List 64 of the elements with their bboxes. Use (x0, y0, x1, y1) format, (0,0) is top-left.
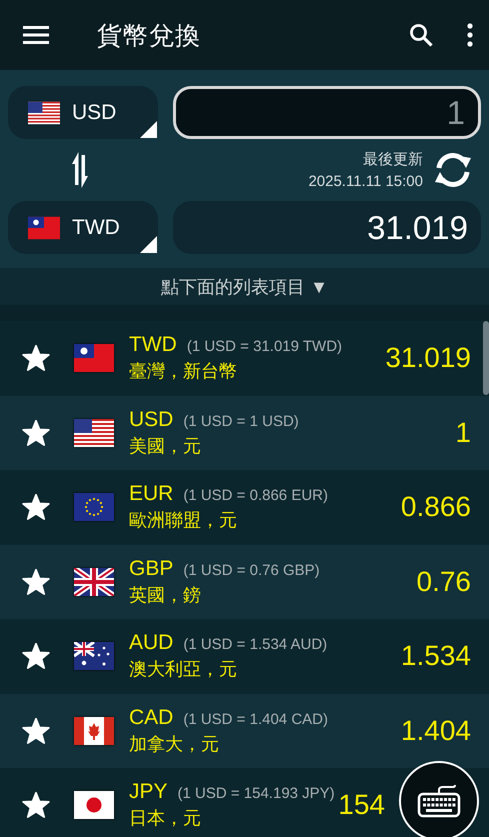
flag-icon (28, 216, 60, 240)
result-field: 31.019 (173, 201, 481, 254)
converted-value: 0.76 (416, 566, 471, 598)
converted-value: 1 (455, 416, 471, 449)
flag-icon (74, 344, 114, 372)
amount-field[interactable]: 1 (173, 86, 481, 139)
currency-row[interactable]: AUD (1 USD = 1.534 AUD) 澳大利亞，元 1.534 (0, 619, 489, 694)
hint-text: 點下面的列表項目 ▼ (0, 268, 489, 305)
flag-icon (74, 418, 114, 447)
exchange-rate: (1 USD = 0.76 GBP) (183, 562, 320, 579)
converted-value: 0.866 (400, 491, 471, 524)
flag-icon (28, 100, 60, 124)
currency-name: 歐洲聯盟，元 (129, 509, 238, 532)
app-title: 貨幣兌換 (97, 20, 202, 52)
flag-icon (74, 493, 114, 522)
converted-value: 1.534 (400, 640, 471, 672)
exchange-rate: (1 USD = 0.866 EUR) (183, 487, 328, 504)
currency-code: JPY (129, 780, 168, 804)
currency-row[interactable]: EUR (1 USD = 0.866 EUR) 歐洲聯盟，元 0.866 (0, 470, 489, 544)
currency-selector[interactable]: TWD (8, 201, 158, 254)
currency-row[interactable]: USD (1 USD = 1 USD) 美國，元 1 (0, 396, 489, 470)
search-icon[interactable] (409, 23, 433, 47)
exchange-rate: (1 USD = 154.193 JPY) (178, 785, 335, 802)
last-updated-time: 2025.11.11 15:00 (308, 173, 423, 190)
star-icon[interactable] (22, 493, 50, 522)
currency-name: 加拿大，元 (129, 732, 220, 756)
currency-code: USD (129, 408, 174, 432)
currency-name: 澳大利亞，元 (129, 658, 238, 682)
flag-icon (74, 791, 114, 820)
swap-icon[interactable] (72, 152, 88, 188)
menu-icon[interactable] (23, 25, 49, 45)
star-icon[interactable] (22, 642, 50, 670)
star-icon[interactable] (22, 568, 50, 596)
converted-value: 1.404 (400, 714, 471, 747)
currency-row[interactable]: GBP (1 USD = 0.76 GBP) 英國，鎊 0.76 (0, 544, 489, 619)
star-icon[interactable] (22, 344, 50, 372)
currency-selector[interactable]: USD (8, 86, 158, 139)
flag-icon (74, 716, 114, 745)
currency-row[interactable]: TWD (1 USD = 31.019 TWD) 臺灣，新台幣 31.019 (0, 321, 489, 396)
refresh-icon[interactable] (433, 152, 473, 188)
currency-row[interactable]: CAD (1 USD = 1.404 CAD) 加拿大，元 1.404 (0, 694, 489, 768)
currency-name: 英國，鎊 (129, 584, 202, 607)
converted-value: 31.019 (385, 342, 471, 374)
currency-code: TWD (129, 333, 177, 358)
star-icon[interactable] (22, 418, 50, 447)
exchange-rate: (1 USD = 1.534 AUD) (183, 636, 328, 654)
currency-code: EUR (129, 482, 174, 506)
currency-name: 日本，元 (129, 807, 202, 830)
star-icon[interactable] (22, 791, 50, 820)
currency-name: 臺灣，新台幣 (129, 360, 238, 384)
more-options-icon[interactable] (467, 23, 473, 47)
flag-icon (74, 568, 114, 596)
star-icon[interactable] (22, 716, 50, 745)
currency-code: AUD (129, 631, 174, 656)
currency-code: CAD (129, 706, 174, 730)
currency-name: 美國，元 (129, 434, 202, 458)
keyboard-icon (417, 784, 461, 818)
currency-code: GBP (129, 556, 174, 581)
exchange-rate: (1 USD = 31.019 TWD) (186, 338, 342, 356)
flag-icon (74, 642, 114, 670)
converted-value: 154 (338, 789, 385, 822)
last-updated-label: 最後更新 (363, 150, 423, 169)
exchange-rate: (1 USD = 1 USD) (183, 412, 299, 430)
exchange-rate: (1 USD = 1.404 CAD) (183, 710, 328, 728)
